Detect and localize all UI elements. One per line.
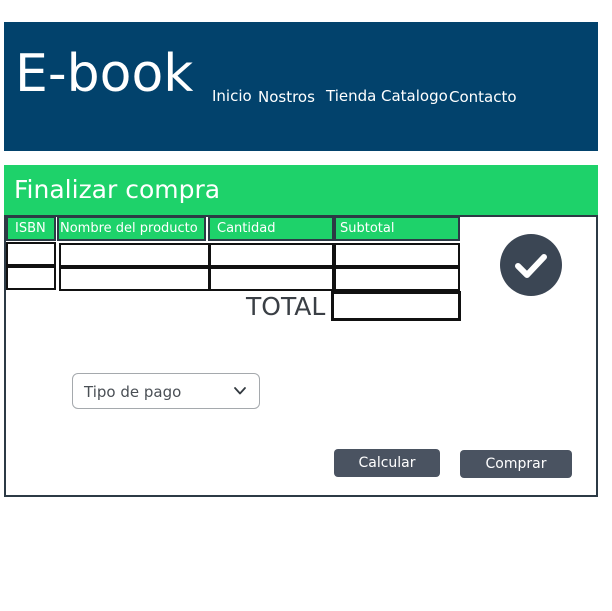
table-cell: [334, 267, 460, 291]
chevron-down-icon: [234, 387, 246, 395]
column-header-quantity: Cantidad: [208, 216, 334, 241]
site-header: E-book: [4, 22, 598, 151]
calcular-button[interactable]: Calcular: [334, 449, 440, 477]
payment-type-label: Tipo de pago: [84, 383, 182, 401]
table-cell: [209, 243, 334, 267]
table-cell: [6, 242, 56, 266]
table-cell: [59, 267, 210, 291]
check-icon: [515, 254, 547, 278]
table-cell: [209, 267, 334, 291]
nav-link-tienda[interactable]: Tienda: [326, 87, 376, 105]
comprar-button[interactable]: Comprar: [460, 450, 572, 478]
table-cell: [6, 266, 56, 290]
nav-link-contacto[interactable]: Contacto: [449, 88, 517, 106]
column-header-product-name: Nombre del producto: [57, 216, 206, 241]
section-header: Finalizar compra: [4, 165, 598, 215]
checkmark-circle-icon[interactable]: [500, 234, 562, 296]
total-value: [331, 291, 461, 321]
payment-type-select[interactable]: Tipo de pago: [72, 373, 260, 409]
nav-link-nostros[interactable]: Nostros: [258, 88, 315, 106]
column-header-isbn: ISBN: [6, 216, 56, 241]
column-header-subtotal: Subtotal: [334, 216, 460, 241]
brand-logo: E-book: [15, 44, 194, 104]
total-label: TOTAL: [246, 292, 326, 321]
table-cell: [334, 243, 460, 267]
nav-link-catalogo[interactable]: Catalogo: [381, 87, 448, 105]
nav-link-inicio[interactable]: Inicio: [212, 87, 252, 105]
section-title: Finalizar compra: [14, 175, 221, 204]
table-cell: [59, 243, 210, 267]
